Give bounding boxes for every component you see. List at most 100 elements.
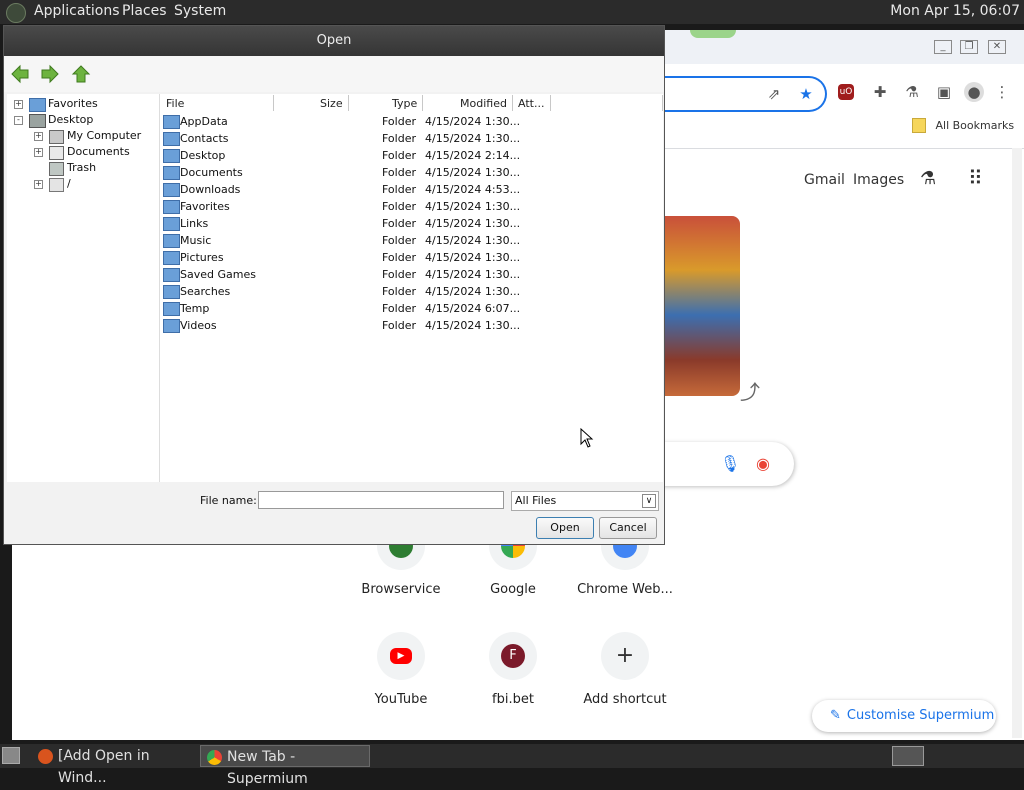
shortcut-add[interactable]: + Add shortcut: [570, 632, 680, 707]
folder-icon: [29, 98, 46, 112]
file-modified: 4/15/2024 1:30...: [425, 217, 521, 230]
file-row-links[interactable]: Links Folder 4/15/2024 1:30...: [160, 215, 663, 232]
forward-arrow-icon[interactable]: [40, 64, 60, 84]
sidepanel-icon[interactable]: ▣: [934, 82, 954, 102]
file-row-documents[interactable]: Documents Folder 4/15/2024 1:30...: [160, 164, 663, 181]
cancel-button[interactable]: Cancel: [599, 517, 657, 539]
voice-search-icon[interactable]: 🎙: [720, 454, 740, 473]
maximize-button[interactable]: ❐: [960, 40, 978, 54]
file-row-desktop[interactable]: Desktop Folder 4/15/2024 2:14...: [160, 147, 663, 164]
filename-input[interactable]: [258, 491, 504, 509]
labs-icon[interactable]: ⚗: [920, 168, 936, 189]
tree-label: /: [67, 177, 71, 190]
tree-item-trash[interactable]: Trash: [7, 160, 157, 176]
file-type: Folder: [382, 132, 416, 145]
menu-system[interactable]: System: [174, 3, 226, 19]
workspace-switcher[interactable]: [892, 746, 924, 766]
tree-item-my-computer[interactable]: + My Computer: [7, 128, 157, 144]
flask-icon[interactable]: ⚗: [902, 82, 922, 102]
folder-icon: [163, 166, 180, 180]
menu-icon[interactable]: ⋮: [992, 82, 1012, 102]
file-row-appdata[interactable]: AppData Folder 4/15/2024 1:30...: [160, 113, 663, 130]
address-bar[interactable]: ⇗ ★: [652, 76, 827, 112]
close-button[interactable]: ✕: [988, 40, 1006, 54]
pencil-icon: ✎: [830, 708, 841, 723]
gmail-link[interactable]: Gmail: [804, 172, 845, 188]
file-row-searches[interactable]: Searches Folder 4/15/2024 1:30...: [160, 283, 663, 300]
column-modified[interactable]: Modified: [460, 96, 507, 112]
column-separator[interactable]: [422, 95, 423, 111]
doodle-share-icon[interactable]: ⤴: [740, 376, 760, 405]
file-row-saved-games[interactable]: Saved Games Folder 4/15/2024 1:30...: [160, 266, 663, 283]
tree-item-favorites[interactable]: + Favorites: [7, 96, 157, 112]
clock[interactable]: Mon Apr 15, 06:07: [890, 3, 1020, 19]
tree-item-root[interactable]: + /: [7, 176, 157, 192]
taskbar-item-firefox[interactable]: [Add Open in Wind...: [32, 745, 194, 786]
dialog-titlebar[interactable]: Open: [4, 26, 664, 56]
file-modified: 4/15/2024 1:30...: [425, 200, 521, 213]
all-bookmarks-label[interactable]: All Bookmarks: [936, 119, 1015, 132]
tree-item-documents[interactable]: + Documents: [7, 144, 157, 160]
folder-tree[interactable]: + Favorites - Desktop + My Computer + Do…: [7, 94, 159, 482]
folder-icon: [163, 302, 180, 316]
chevron-down-icon[interactable]: ∨: [642, 494, 656, 508]
column-file[interactable]: File: [166, 96, 184, 112]
star-icon[interactable]: ★: [796, 84, 816, 104]
column-size[interactable]: Size: [320, 96, 343, 112]
ublock-icon[interactable]: uO: [838, 84, 854, 100]
lens-search-icon[interactable]: ◉: [756, 454, 770, 473]
shortcut-youtube[interactable]: ▶ YouTube: [346, 632, 456, 707]
file-list[interactable]: File Size Type Modified Att... AppData F…: [159, 94, 663, 482]
customise-button[interactable]: ✎ Customise Supermium: [812, 700, 996, 732]
expand-icon[interactable]: +: [34, 132, 43, 141]
collapse-icon[interactable]: -: [14, 116, 23, 125]
file-modified: 4/15/2024 1:30...: [425, 251, 521, 264]
browser-scrollbar[interactable]: [1012, 148, 1022, 738]
profile-icon[interactable]: ●: [964, 82, 984, 102]
file-type: Folder: [382, 251, 416, 264]
column-separator[interactable]: [348, 95, 349, 111]
distro-logo-icon[interactable]: [6, 3, 26, 23]
google-doodle[interactable]: [662, 216, 740, 396]
open-button[interactable]: Open: [536, 517, 594, 539]
file-type-filter[interactable]: All Files ∨: [511, 491, 659, 511]
file-name: Videos: [180, 319, 217, 332]
show-desktop-icon[interactable]: [2, 747, 20, 764]
images-link[interactable]: Images: [853, 172, 904, 188]
expand-icon[interactable]: +: [34, 180, 43, 189]
tree-item-desktop[interactable]: - Desktop: [7, 112, 157, 128]
shortcut-fbi-bet[interactable]: F fbi.bet: [458, 632, 568, 707]
menu-applications[interactable]: Applications: [34, 3, 120, 19]
file-name: AppData: [180, 115, 228, 128]
file-modified: 4/15/2024 1:30...: [425, 132, 521, 145]
share-icon[interactable]: ⇗: [764, 84, 784, 104]
up-arrow-icon[interactable]: [71, 64, 91, 84]
file-name: Music: [180, 234, 212, 247]
folder-icon: [163, 234, 180, 248]
puzzle-icon[interactable]: ✚: [870, 82, 890, 102]
expand-icon[interactable]: +: [14, 100, 23, 109]
bookmarks-bar[interactable]: All Bookmarks: [912, 118, 1014, 133]
menu-places[interactable]: Places: [122, 3, 167, 19]
column-separator[interactable]: [662, 95, 663, 111]
file-row-pictures[interactable]: Pictures Folder 4/15/2024 1:30...: [160, 249, 663, 266]
file-row-videos[interactable]: Videos Folder 4/15/2024 1:30...: [160, 317, 663, 334]
back-arrow-icon[interactable]: [10, 64, 30, 84]
file-row-contacts[interactable]: Contacts Folder 4/15/2024 1:30...: [160, 130, 663, 147]
file-row-favorites[interactable]: Favorites Folder 4/15/2024 1:30...: [160, 198, 663, 215]
file-row-music[interactable]: Music Folder 4/15/2024 1:30...: [160, 232, 663, 249]
expand-icon[interactable]: +: [34, 148, 43, 157]
google-search-box[interactable]: 🎙 ◉: [662, 442, 794, 486]
shortcut-label: YouTube: [374, 692, 428, 707]
column-separator[interactable]: [550, 95, 551, 111]
file-type: Folder: [382, 285, 416, 298]
taskbar-item-supermium[interactable]: New Tab - Supermium: [200, 745, 370, 787]
column-separator[interactable]: [512, 95, 513, 111]
column-type[interactable]: Type: [392, 96, 417, 112]
apps-grid-icon[interactable]: ⠿: [968, 166, 983, 190]
column-separator[interactable]: [273, 95, 274, 111]
column-attributes[interactable]: Att...: [518, 96, 544, 112]
minimize-button[interactable]: _: [934, 40, 952, 54]
file-row-temp[interactable]: Temp Folder 4/15/2024 6:07...: [160, 300, 663, 317]
file-row-downloads[interactable]: Downloads Folder 4/15/2024 4:53...: [160, 181, 663, 198]
